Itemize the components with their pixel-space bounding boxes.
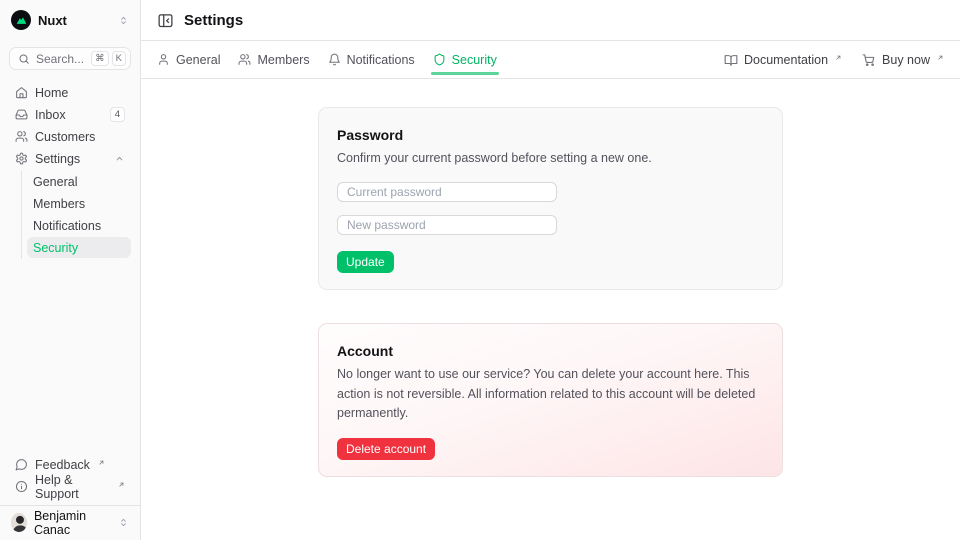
documentation-link[interactable]: Documentation <box>724 53 842 67</box>
tabs: General Members Notifications <box>157 41 497 78</box>
external-link-icon <box>937 54 944 61</box>
help-support-link[interactable]: Help & Support <box>9 476 131 497</box>
tab-security[interactable]: Security <box>433 41 497 78</box>
settings-security-content: Password Confirm your current password b… <box>141 79 960 540</box>
sidebar-item-label: Inbox <box>35 108 66 122</box>
account-card-description: No longer want to use our service? You c… <box>337 365 764 423</box>
buy-now-link[interactable]: Buy now <box>862 53 944 67</box>
shopping-cart-icon <box>862 53 876 67</box>
toplink-label: Documentation <box>744 53 828 67</box>
command-kbd: ⌘ <box>91 51 109 67</box>
inbox-icon <box>15 108 28 121</box>
search-input[interactable]: Search... ⌘ K <box>9 47 131 70</box>
sidebar-item-label: General <box>33 175 77 189</box>
sidebar-item-settings[interactable]: Settings <box>9 148 131 169</box>
user-menu-button[interactable]: Benjamin Canac <box>9 509 131 536</box>
sidebar-item-label: Customers <box>35 130 95 144</box>
footer-link-label: Help & Support <box>35 473 110 501</box>
info-icon <box>15 480 28 493</box>
shield-icon <box>433 53 446 66</box>
sidebar-item-security[interactable]: Security <box>27 237 131 258</box>
sidebar-item-members[interactable]: Members <box>27 193 131 214</box>
chevrons-up-down-icon <box>118 517 129 528</box>
new-password-field[interactable] <box>337 215 557 235</box>
page-header: Settings <box>141 0 960 41</box>
account-card: Account No longer want to use our servic… <box>318 323 783 476</box>
k-kbd: K <box>112 51 126 67</box>
bell-icon <box>328 53 341 66</box>
gear-icon <box>15 152 28 165</box>
search-shortcut: ⌘ K <box>91 51 126 67</box>
sidebar-item-label: Security <box>33 241 78 255</box>
home-icon <box>15 86 28 99</box>
password-card-description: Confirm your current password before set… <box>337 149 764 168</box>
user-name: Benjamin Canac <box>34 509 111 537</box>
sidebar-item-home[interactable]: Home <box>9 82 131 103</box>
main-area: Settings General Members <box>141 0 960 540</box>
sidebar-item-label: Members <box>33 197 85 211</box>
tab-label: General <box>176 53 220 67</box>
sidebar-item-label: Home <box>35 86 68 100</box>
external-link-icon <box>118 481 125 488</box>
search-icon <box>18 53 30 65</box>
delete-account-button[interactable]: Delete account <box>337 438 435 460</box>
password-card: Password Confirm your current password b… <box>318 107 783 290</box>
tab-label: Security <box>452 53 497 67</box>
header-links: Documentation Buy now <box>724 53 944 67</box>
app-window: Nuxt Search... ⌘ K Home <box>0 0 960 540</box>
password-card-title: Password <box>337 127 764 143</box>
sidebar-item-customers[interactable]: Customers <box>9 126 131 147</box>
users-icon <box>238 53 251 66</box>
team-name: Nuxt <box>38 13 67 28</box>
settings-subnav: General Members Notifications Security <box>21 171 131 259</box>
update-password-button[interactable]: Update <box>337 251 394 273</box>
footer-link-label: Feedback <box>35 458 90 472</box>
sidebar-item-label: Settings <box>35 152 80 166</box>
sidebar-divider <box>0 505 140 506</box>
chevron-up-icon <box>114 153 125 164</box>
sidebar-item-notifications[interactable]: Notifications <box>27 215 131 236</box>
sidebar-item-label: Notifications <box>33 219 101 233</box>
tab-general[interactable]: General <box>157 41 220 78</box>
chevrons-up-down-icon <box>118 15 129 26</box>
external-link-icon <box>98 459 105 466</box>
settings-tabbar: General Members Notifications <box>141 41 960 79</box>
avatar <box>11 513 27 532</box>
users-icon <box>15 130 28 143</box>
search-placeholder: Search... <box>36 52 85 66</box>
page-title: Settings <box>184 12 243 29</box>
user-icon <box>157 53 170 66</box>
sidebar-footer: Feedback Help & Support <box>9 454 131 498</box>
tab-label: Members <box>257 53 309 67</box>
tab-members[interactable]: Members <box>238 41 309 78</box>
account-card-title: Account <box>337 343 764 359</box>
tab-notifications[interactable]: Notifications <box>328 41 415 78</box>
external-link-icon <box>835 54 842 61</box>
collapse-sidebar-icon[interactable] <box>157 12 174 29</box>
book-open-icon <box>724 53 738 67</box>
current-password-field[interactable] <box>337 182 557 202</box>
message-bubble-icon <box>15 458 28 471</box>
inbox-count-badge: 4 <box>110 107 125 123</box>
nuxt-logo-icon <box>11 10 31 30</box>
team-switcher-button[interactable]: Nuxt <box>9 8 131 32</box>
sidebar-item-inbox[interactable]: Inbox 4 <box>9 104 131 125</box>
sidebar: Nuxt Search... ⌘ K Home <box>0 0 141 540</box>
toplink-label: Buy now <box>882 53 930 67</box>
sidebar-item-general[interactable]: General <box>27 171 131 192</box>
sidebar-nav: Home Inbox 4 Customers Settings <box>9 82 131 259</box>
tab-label: Notifications <box>347 53 415 67</box>
